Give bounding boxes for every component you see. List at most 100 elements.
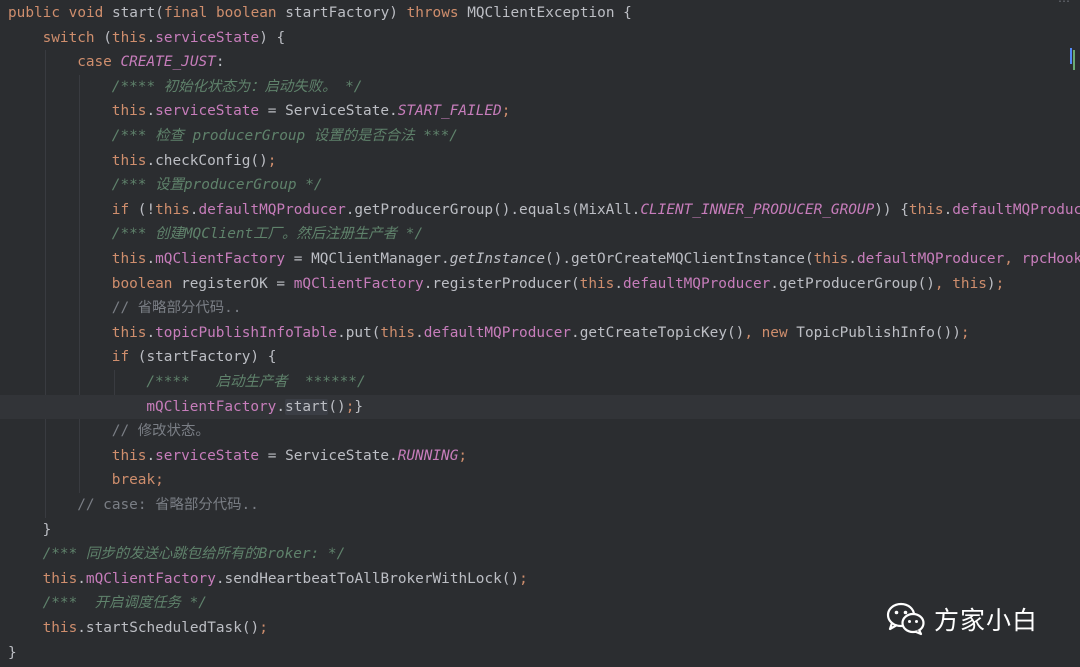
code-token: break;	[111, 472, 164, 489]
code-token: )	[986, 275, 996, 292]
code-token: }	[42, 521, 52, 538]
code-line[interactable]: this.serviceState = ServiceState.RUNNING…	[0, 444, 1080, 469]
code-token: serviceState	[155, 447, 260, 464]
code-line[interactable]: switch (this.serviceState) {	[0, 26, 1080, 51]
code-token: .	[146, 103, 156, 120]
watermark-text: 方家小白	[934, 606, 1039, 635]
code-token: this	[155, 201, 190, 218]
code-token: .	[146, 447, 156, 464]
code-token: boolean	[215, 5, 286, 21]
code-token: ()	[328, 398, 346, 415]
code-line[interactable]: /*** 同步的发送心跳包给所有的Broker: */	[0, 542, 1080, 567]
code-token: this	[111, 29, 147, 46]
code-line[interactable]: break;	[0, 468, 1080, 493]
code-token: ;	[960, 324, 970, 341]
code-token: .	[146, 29, 156, 46]
code-token: this	[111, 152, 147, 169]
code-line[interactable]: // 修改状态。	[0, 419, 1080, 444]
code-token: :	[215, 54, 225, 71]
code-line[interactable]: this.mQClientFactory.sendHeartbeatToAllB…	[0, 567, 1080, 592]
code-token: MQClientException {	[467, 5, 632, 21]
code-token: throws	[406, 5, 468, 21]
code-token: this	[111, 251, 147, 267]
code-token: .getProducerGroup().equals(MixAll.	[345, 201, 641, 218]
code-token: .getCreateTopicKey()	[571, 324, 745, 341]
code-token: this	[42, 570, 78, 587]
code-token: ;	[519, 570, 528, 587]
code-line[interactable]: this.topicPublishInfoTable.put(this.defa…	[0, 321, 1080, 346]
code-line[interactable]: this.serviceState = ServiceState.START_F…	[0, 99, 1080, 124]
code-token: , new	[744, 324, 797, 341]
code-line[interactable]: boolean registerOK = mQClientFactory.reg…	[0, 272, 1080, 297]
code-line[interactable]: if (startFactory) {	[0, 345, 1080, 370]
code-token: ;	[267, 152, 277, 169]
code-token: TopicPublishInfo())	[796, 324, 961, 341]
code-token: /*** 同步的发送心跳包给所有的Broker: */	[42, 546, 346, 563]
code-line[interactable]: }	[0, 518, 1080, 543]
code-line[interactable]: // case: 省略部分代码..	[0, 493, 1080, 518]
code-token: /**** 初始化状态为：启动失败。 */	[111, 78, 363, 95]
code-line[interactable]: this.checkConfig();	[0, 149, 1080, 174]
code-token: this	[813, 251, 849, 267]
code-line[interactable]: }	[0, 641, 1080, 666]
code-token: defaultMQProducer	[952, 201, 1080, 218]
code-token: this	[111, 447, 147, 464]
code-token: = ServiceState.	[259, 447, 398, 464]
code-line[interactable]: /*** 设置producerGroup */	[0, 173, 1080, 198]
code-token: public	[8, 5, 69, 21]
code-token: case	[77, 54, 121, 71]
code-token: serviceState	[155, 103, 260, 120]
code-token: .	[415, 324, 424, 341]
code-line[interactable]: /**** 启动生产者 ******/	[0, 370, 1080, 395]
code-token: /*** 创建MQClient工厂。然后注册生产者 */	[111, 226, 424, 243]
code-token: this	[380, 324, 416, 341]
code-token: .	[146, 324, 156, 341]
code-line[interactable]: case CREATE_JUST:	[0, 50, 1080, 75]
code-line[interactable]: /**** 初始化状态为：启动失败。 */	[0, 75, 1080, 100]
code-token: this	[111, 324, 147, 341]
code-token: mQClientFactory	[293, 275, 424, 292]
code-token: serviceState	[155, 29, 260, 46]
code-token: start	[285, 398, 329, 415]
code-token: // case: 省略部分代码..	[77, 497, 259, 513]
code-token: , this	[934, 275, 987, 292]
code-token: this	[579, 275, 615, 292]
code-line[interactable]: if (!this.defaultMQProducer.getProducerG…	[0, 198, 1080, 223]
code-token: /*** 开启调度任务 */	[42, 595, 207, 612]
code-line[interactable]: /*** 检查 producerGroup 设置的是否合法 ***/	[0, 124, 1080, 149]
code-line[interactable]: mQClientFactory.start();}	[0, 394, 1080, 420]
code-token: (startFactory) {	[137, 349, 277, 366]
code-token: boolean	[111, 275, 182, 292]
code-token: this	[111, 103, 147, 120]
code-token: }	[8, 644, 17, 661]
code-token: (!	[137, 201, 156, 218]
code-token: ;	[259, 620, 268, 636]
code-line[interactable]: public void start(final boolean startFac…	[0, 1, 1080, 26]
code-token: startFactory)	[285, 5, 407, 21]
code-token: .	[276, 398, 286, 415]
code-token: // 省略部分代码..	[111, 300, 242, 317]
watermark: 方家小白	[886, 598, 1038, 640]
code-token: this	[42, 620, 78, 636]
code-token: .checkConfig()	[146, 152, 268, 169]
code-line[interactable]: // 省略部分代码..	[0, 296, 1080, 321]
code-token: ;	[458, 447, 468, 464]
code-token: /*** 检查 producerGroup 设置的是否合法 ***/	[111, 128, 458, 144]
code-token: mQClientFactory	[85, 570, 216, 587]
code-token: ,	[1004, 251, 1022, 267]
code-token: getInstance	[449, 251, 546, 267]
code-token: switch	[42, 29, 104, 46]
code-token: )) {	[874, 201, 909, 218]
code-token: ;	[995, 275, 1005, 292]
code-line[interactable]: /*** 创建MQClient工厂。然后注册生产者 */	[0, 222, 1080, 247]
code-token: topicPublishInfoTable	[155, 324, 338, 341]
code-token: start(	[111, 5, 164, 21]
code-editor[interactable]: ⋯ public void start(final boolean startF…	[0, 0, 1080, 667]
code-line[interactable]: this.mQClientFactory = MQClientManager.g…	[0, 247, 1080, 272]
code-token: .	[146, 251, 156, 267]
code-token: defaultMQProducer	[423, 324, 572, 341]
code-token: registerOK =	[181, 275, 294, 292]
code-token: .getProducerGroup()	[770, 275, 935, 292]
code-token: /*** 设置producerGroup */	[111, 177, 323, 194]
code-token: ;	[501, 103, 511, 120]
